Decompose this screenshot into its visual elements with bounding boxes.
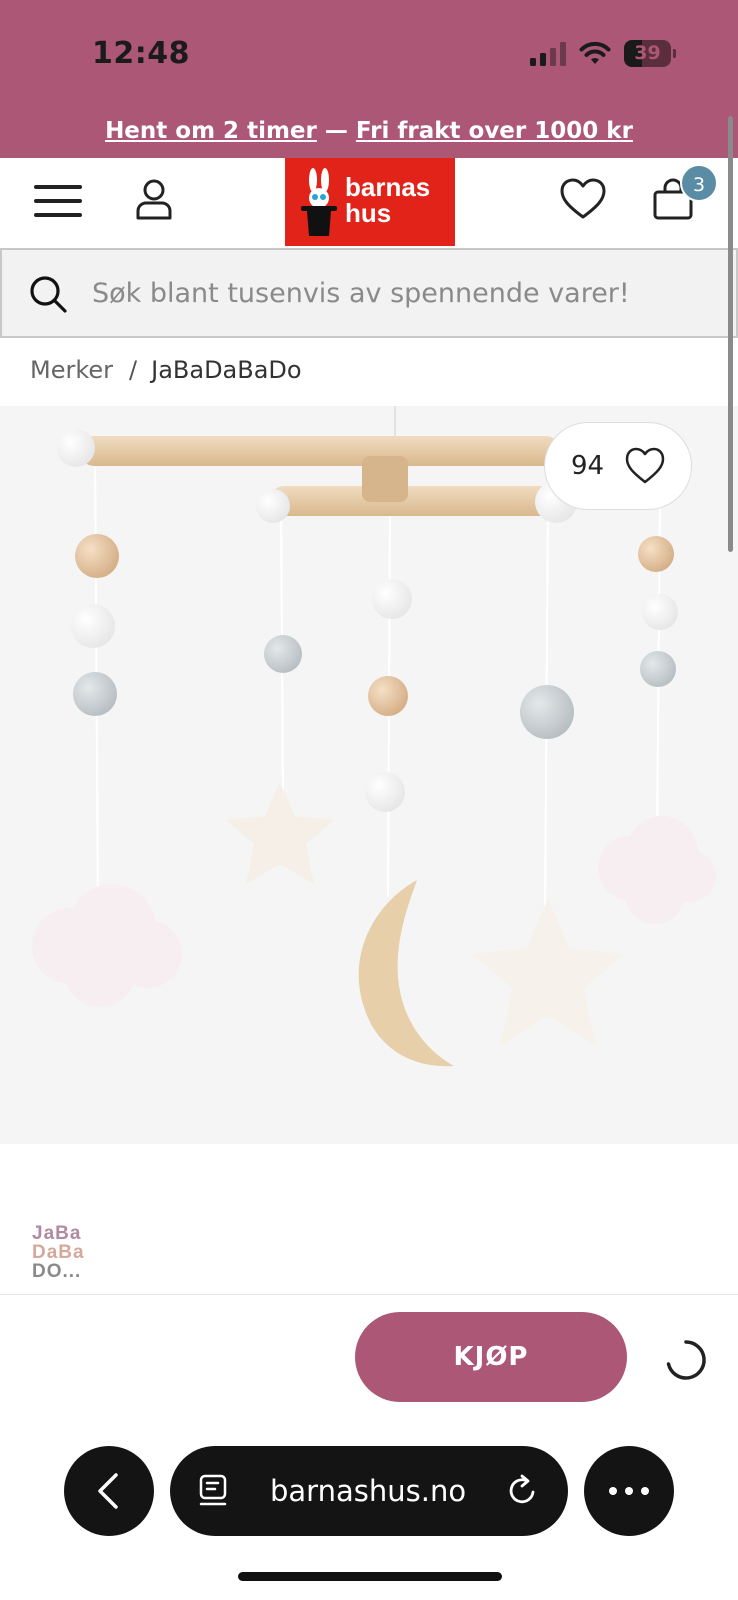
more-button[interactable] xyxy=(584,1446,674,1536)
rabbit-hat-icon xyxy=(301,168,337,236)
product-image[interactable] xyxy=(0,406,738,1144)
brand-logo-line-1: JaBa xyxy=(32,1223,82,1244)
favorite-button[interactable]: 94 xyxy=(544,422,692,510)
address-bar[interactable]: barnashus.no xyxy=(170,1446,568,1536)
battery-icon: 39 xyxy=(624,40,676,67)
hamburger-menu-icon[interactable] xyxy=(34,183,82,219)
chevron-left-icon xyxy=(98,1473,118,1509)
brand-logo[interactable]: JaBa DaBa DO... xyxy=(32,1224,112,1286)
logo-line-1: barnas xyxy=(345,172,431,202)
favorite-count: 94 xyxy=(571,451,605,481)
heart-outline-icon xyxy=(625,447,665,484)
divider xyxy=(0,1294,738,1295)
battery-percent: 39 xyxy=(634,42,661,64)
promo-separator: — xyxy=(316,118,356,144)
buy-button[interactable]: KJØP xyxy=(355,1312,627,1402)
wifi-icon xyxy=(579,41,611,64)
site-logo[interactable]: barnas hus xyxy=(285,158,455,246)
baby-mobile-illustration xyxy=(32,406,716,1067)
status-bar: 12:48 39 xyxy=(0,0,738,104)
scrollbar[interactable] xyxy=(728,116,733,552)
pickup-link[interactable]: Hent om 2 timer xyxy=(105,118,317,144)
brand-logo-line-2: DaBa xyxy=(32,1242,85,1263)
reload-icon[interactable] xyxy=(506,1474,540,1508)
site-header: barnas hus 3 xyxy=(0,158,738,246)
cart-count-badge: 3 xyxy=(680,164,718,202)
cellular-signal-icon xyxy=(530,42,566,66)
breadcrumb: Merker / JaBaDaBaDo xyxy=(30,356,302,384)
heart-icon[interactable] xyxy=(560,178,606,220)
tabs-icon xyxy=(199,1474,227,1506)
loading-spinner-icon xyxy=(666,1340,706,1380)
promo-bar: Hent om 2 timer — Fri frakt over 1000 kr xyxy=(0,104,738,158)
breadcrumb-current: JaBaDaBaDo xyxy=(151,356,302,384)
search-input[interactable] xyxy=(92,250,722,336)
free-shipping-link[interactable]: Fri frakt over 1000 kr xyxy=(356,118,633,144)
breadcrumb-link-brands[interactable]: Merker xyxy=(30,356,113,384)
search-bar xyxy=(0,248,738,338)
breadcrumb-separator: / xyxy=(129,356,138,384)
logo-line-2: hus xyxy=(345,198,392,228)
back-button[interactable] xyxy=(64,1446,154,1536)
status-time: 12:48 xyxy=(92,36,190,71)
more-dots-icon xyxy=(609,1487,649,1495)
home-indicator[interactable] xyxy=(238,1572,502,1581)
search-icon xyxy=(30,276,67,313)
url-text: barnashus.no xyxy=(270,1474,467,1508)
brand-logo-line-3: DO... xyxy=(32,1261,82,1282)
user-icon[interactable] xyxy=(134,178,174,220)
